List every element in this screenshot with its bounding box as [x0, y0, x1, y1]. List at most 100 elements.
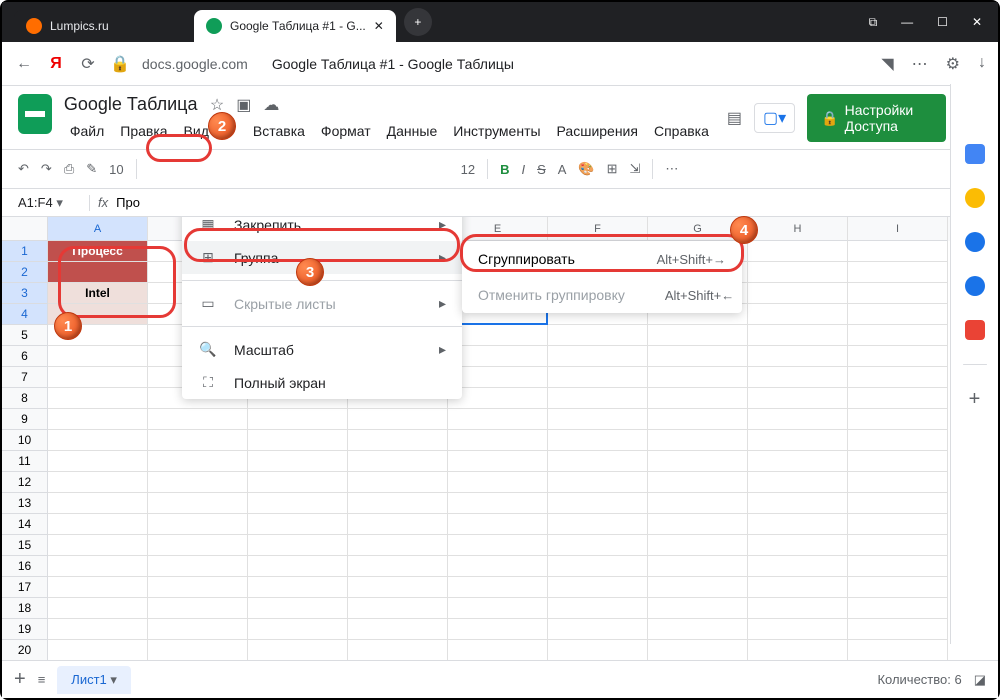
cell[interactable]: [648, 598, 748, 619]
menu-edit[interactable]: Правка: [114, 119, 173, 143]
cell[interactable]: [748, 493, 848, 514]
calendar-icon[interactable]: [965, 144, 985, 164]
col-H[interactable]: H: [748, 217, 848, 241]
cell[interactable]: [648, 409, 748, 430]
cell[interactable]: [248, 430, 348, 451]
cell[interactable]: [448, 325, 548, 346]
cell[interactable]: [48, 556, 148, 577]
present-icon[interactable]: ▢▾: [754, 103, 795, 133]
cell[interactable]: [548, 367, 648, 388]
count-display[interactable]: Количество: 6: [877, 672, 961, 687]
cell[interactable]: [848, 262, 948, 283]
row-number[interactable]: 13: [2, 493, 48, 514]
cell[interactable]: [548, 598, 648, 619]
cell[interactable]: [448, 430, 548, 451]
cell[interactable]: [548, 514, 648, 535]
cell[interactable]: [848, 367, 948, 388]
share-button[interactable]: 🔒 Настройки Доступа: [807, 94, 946, 142]
cell[interactable]: [448, 451, 548, 472]
cell[interactable]: [248, 535, 348, 556]
cell[interactable]: [848, 388, 948, 409]
cell[interactable]: [548, 493, 648, 514]
cell[interactable]: [548, 451, 648, 472]
cell[interactable]: [148, 493, 248, 514]
cell[interactable]: [448, 346, 548, 367]
cell[interactable]: [148, 535, 248, 556]
cell[interactable]: [248, 619, 348, 640]
cell[interactable]: [48, 262, 148, 283]
col-E[interactable]: E: [448, 217, 548, 241]
cell[interactable]: [748, 409, 848, 430]
cell[interactable]: [548, 472, 648, 493]
cell[interactable]: [448, 409, 548, 430]
row-number[interactable]: 1: [2, 241, 48, 262]
cell[interactable]: [48, 388, 148, 409]
cell[interactable]: [248, 556, 348, 577]
keep-icon[interactable]: [965, 188, 985, 208]
row-number[interactable]: 6: [2, 346, 48, 367]
maximize-icon[interactable]: ☐: [937, 15, 948, 30]
cell[interactable]: [548, 556, 648, 577]
cell[interactable]: [848, 619, 948, 640]
cell[interactable]: [748, 388, 848, 409]
cell[interactable]: [448, 556, 548, 577]
cell[interactable]: [648, 367, 748, 388]
cell[interactable]: [748, 556, 848, 577]
name-box[interactable]: A1:F4 ▾: [10, 195, 90, 211]
cell[interactable]: [648, 472, 748, 493]
formula-input[interactable]: Про: [116, 195, 140, 210]
cell[interactable]: [548, 325, 648, 346]
cell[interactable]: [748, 514, 848, 535]
col-F[interactable]: F: [548, 217, 648, 241]
cell[interactable]: [148, 640, 248, 661]
add-sheet-button[interactable]: +: [14, 668, 26, 691]
cell[interactable]: [848, 346, 948, 367]
submenu-group[interactable]: Сгруппировать Alt+Shift+→: [462, 241, 742, 277]
print-icon[interactable]: ⎙: [64, 161, 74, 177]
col-A[interactable]: A: [48, 217, 148, 241]
cell[interactable]: Процесс: [48, 241, 148, 262]
cell[interactable]: [848, 451, 948, 472]
cell[interactable]: [648, 430, 748, 451]
col-I[interactable]: I: [848, 217, 948, 241]
paint-icon[interactable]: ✎: [86, 161, 97, 177]
fontsize[interactable]: 12: [461, 162, 475, 177]
cell[interactable]: [848, 304, 948, 325]
sheets-logo-icon[interactable]: [18, 94, 52, 134]
cell[interactable]: [748, 241, 848, 262]
cloud-icon[interactable]: ☁: [263, 95, 279, 115]
cell[interactable]: [348, 619, 448, 640]
explore-icon[interactable]: ◪: [974, 672, 986, 688]
cell[interactable]: [248, 409, 348, 430]
cell[interactable]: [148, 472, 248, 493]
cell[interactable]: [348, 451, 448, 472]
row-number[interactable]: 18: [2, 598, 48, 619]
cell[interactable]: [248, 472, 348, 493]
cell[interactable]: [48, 451, 148, 472]
cell[interactable]: [748, 535, 848, 556]
spreadsheet-grid[interactable]: A B C D E F G H I 1Процесс23IntelSamsung…: [2, 217, 998, 697]
tasks-icon[interactable]: [965, 232, 985, 252]
cell[interactable]: [748, 262, 848, 283]
cell[interactable]: [848, 514, 948, 535]
row-number[interactable]: 17: [2, 577, 48, 598]
cell[interactable]: [748, 367, 848, 388]
cell[interactable]: [448, 598, 548, 619]
cell[interactable]: [648, 514, 748, 535]
menu-extensions[interactable]: Расширения: [551, 119, 644, 143]
more-toolbar-icon[interactable]: ⋯: [665, 161, 678, 177]
cell[interactable]: [148, 430, 248, 451]
cell[interactable]: [548, 388, 648, 409]
cell[interactable]: [48, 640, 148, 661]
cell[interactable]: [248, 598, 348, 619]
cell[interactable]: [48, 598, 148, 619]
cell[interactable]: [48, 619, 148, 640]
cell[interactable]: [448, 493, 548, 514]
cell[interactable]: [448, 535, 548, 556]
cell[interactable]: [548, 619, 648, 640]
cell[interactable]: [848, 535, 948, 556]
cell[interactable]: [848, 640, 948, 661]
browser-tab-inactive[interactable]: Lumpics.ru: [14, 10, 194, 42]
menu-freeze[interactable]: ▦ Закрепить ▸: [182, 217, 462, 241]
cell[interactable]: [848, 241, 948, 262]
